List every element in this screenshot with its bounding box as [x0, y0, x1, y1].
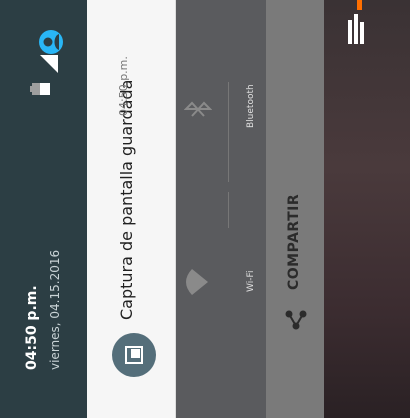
share-button[interactable]: COMPARTIR	[286, 194, 302, 290]
battery-icon	[30, 83, 50, 95]
action-bar: COMPARTIR	[266, 0, 324, 418]
bluetooth-label: Bluetooth	[246, 84, 256, 128]
image-icon	[125, 346, 143, 364]
quick-settings-panel: Wi-Fi Bluetooth	[176, 0, 266, 418]
divider	[228, 82, 229, 182]
share-icon[interactable]	[284, 308, 308, 332]
wifi-label: Wi-Fi	[246, 270, 256, 292]
notification-thumbnail	[112, 333, 156, 377]
notification-shade: 04:50 p.m. viernes, 04.15.2016 Captura d…	[0, 0, 410, 418]
date: viernes, 04.15.2016	[48, 249, 62, 370]
signal-icon	[40, 55, 58, 73]
wifi-icon[interactable]	[182, 267, 212, 297]
status-header: 04:50 p.m. viernes, 04.15.2016	[0, 0, 87, 418]
screenshot-notification[interactable]: Captura de pantalla guardada 04:50 p.m.	[87, 0, 176, 418]
avatar-icon[interactable]	[38, 29, 64, 55]
clock: 04:50 p.m.	[24, 285, 40, 370]
bluetooth-icon[interactable]	[184, 98, 212, 120]
divider	[228, 192, 229, 228]
notification-time: 04:50 p.m.	[117, 56, 130, 116]
